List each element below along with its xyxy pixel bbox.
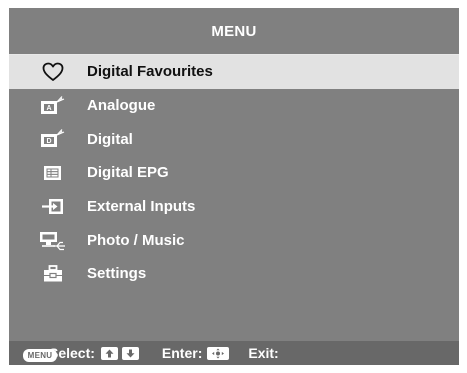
menu-item-digital-epg[interactable]: Digital EPG <box>9 156 459 190</box>
help-footer: Select: Enter: Exit: MENU <box>9 341 459 365</box>
menu-item-settings[interactable]: Settings <box>9 257 459 291</box>
exit-label: Exit: <box>248 345 279 361</box>
menu-item-label: Digital EPG <box>87 164 169 182</box>
menu-item-label: External Inputs <box>87 198 196 216</box>
enter-key-icon <box>207 346 230 360</box>
analogue-tv-icon: A <box>39 95 67 117</box>
up-arrow-key-icon <box>100 346 118 360</box>
menu-item-photo-music[interactable]: Photo / Music <box>9 223 459 257</box>
heart-icon <box>39 61 67 83</box>
menu-title: MENU <box>211 22 257 40</box>
down-arrow-key-icon <box>121 346 139 360</box>
menu-item-label: Photo / Music <box>87 231 185 249</box>
menu-header: MENU <box>9 8 459 54</box>
select-hint: Select: <box>49 345 139 361</box>
settings-toolbox-icon <box>39 263 67 285</box>
menu-item-analogue[interactable]: A Analogue <box>9 89 459 123</box>
menu-list: Digital Favourites A Analogue D Digital … <box>9 55 459 291</box>
menu-item-label: Digital Favourites <box>87 63 213 81</box>
exit-hint: Exit: MENU <box>23 345 279 362</box>
menu-panel: MENU Digital Favourites A Analogue D Dig… <box>9 8 459 365</box>
digital-tv-icon: D <box>39 128 67 150</box>
menu-item-label: Digital <box>87 130 133 148</box>
menu-item-digital-favourites[interactable]: Digital Favourites <box>9 55 459 89</box>
svg-text:D: D <box>46 138 51 145</box>
enter-label: Enter: <box>161 345 203 361</box>
menu-item-digital[interactable]: D Digital <box>9 122 459 156</box>
photo-music-icon <box>39 229 67 251</box>
epg-guide-icon <box>39 162 67 184</box>
menu-item-external-inputs[interactable]: External Inputs <box>9 190 459 224</box>
menu-key-icon: MENU <box>23 349 57 362</box>
external-input-icon <box>39 196 67 218</box>
enter-hint: Enter: <box>161 345 230 361</box>
menu-item-label: Analogue <box>87 97 156 115</box>
svg-text:A: A <box>46 105 51 112</box>
menu-item-label: Settings <box>87 265 147 283</box>
